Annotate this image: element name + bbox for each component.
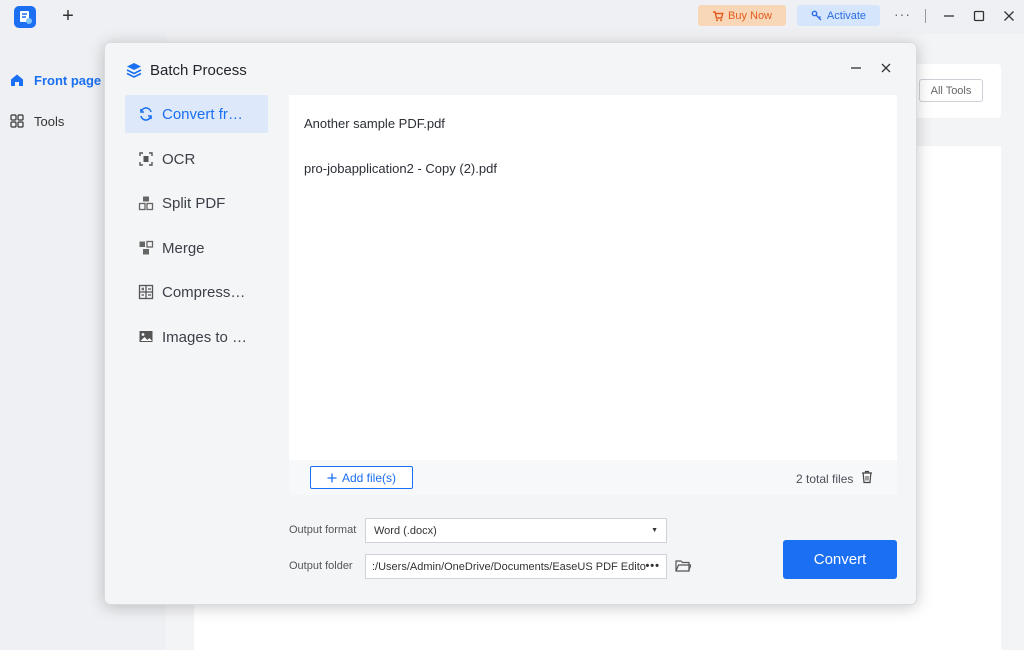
sidebar-item-merge[interactable]: Merge [125, 229, 268, 267]
convert-button[interactable]: Convert [783, 540, 897, 579]
sidebar-item-images-to[interactable]: Images to … [125, 318, 268, 356]
tools-grid-icon [10, 114, 24, 128]
merge-icon [139, 240, 154, 255]
activate-label: Activate [826, 9, 867, 22]
minimize-window-icon[interactable] [940, 7, 958, 25]
maximize-window-icon[interactable] [970, 7, 988, 25]
sidebar-item-label: Convert fr… [162, 105, 243, 123]
add-files-button[interactable]: Add file(s) [310, 466, 413, 489]
sidebar-item-label: Images to … [162, 328, 248, 346]
close-window-icon[interactable] [1000, 7, 1018, 25]
folder-path-more-icon[interactable]: ••• [645, 560, 660, 572]
output-format-value: Word (.docx) [374, 524, 437, 537]
convert-icon [140, 107, 152, 121]
nav-front-page-label: Front page [34, 72, 102, 88]
cart-icon [712, 10, 724, 21]
sidebar-item-convert[interactable]: Convert fr… [125, 95, 268, 133]
output-format-label: Output format [289, 524, 357, 536]
new-tab-plus-icon[interactable]: + [58, 6, 78, 26]
file-list-item[interactable]: pro-jobapplication2 - Copy (2).pdf [304, 161, 497, 176]
file-list-panel: Another sample PDF.pdf pro-jobapplicatio… [289, 95, 897, 495]
output-folder-label: Output folder [289, 560, 353, 572]
dialog-title-label: Batch Process [150, 61, 247, 79]
activate-button[interactable]: Activate [797, 5, 880, 26]
open-folder-icon[interactable] [675, 559, 691, 573]
title-bar: + Buy Now Activate ··· [0, 0, 1024, 34]
file-list-item[interactable]: Another sample PDF.pdf [304, 116, 445, 131]
sidebar-item-label: Compress… [162, 283, 246, 301]
nav-tools-label: Tools [34, 113, 65, 129]
key-icon [811, 10, 822, 20]
app-logo-icon [14, 6, 36, 28]
buy-now-label: Buy Now [727, 9, 773, 22]
compress-icon [138, 284, 154, 300]
file-panel-footer: Add file(s) 2 total files [289, 460, 897, 495]
sidebar-item-label: Merge [162, 239, 205, 257]
add-files-label: Add file(s) [341, 470, 397, 485]
output-folder-value: :/Users/Admin/OneDrive/Documents/EaseUS … [372, 560, 646, 573]
dialog-title: Batch Process [125, 61, 247, 79]
trash-icon[interactable] [861, 470, 873, 484]
titlebar-divider [925, 9, 926, 23]
plus-icon [327, 473, 337, 482]
sidebar-item-ocr[interactable]: OCR [125, 140, 268, 178]
dropdown-caret-icon: ▼ [651, 527, 658, 534]
output-folder-field[interactable]: :/Users/Admin/OneDrive/Documents/EaseUS … [365, 554, 667, 579]
output-format-select[interactable]: Word (.docx) ▼ [365, 518, 667, 543]
buy-now-button[interactable]: Buy Now [698, 5, 786, 26]
all-tools-button[interactable]: All Tools [919, 79, 983, 102]
sidebar-item-label: Split PDF [162, 194, 226, 212]
batch-process-dialog: Batch Process Convert fr… OCR Split PDF … [104, 42, 917, 605]
total-files-count: 2 total files [796, 472, 854, 486]
sidebar-item-label: OCR [162, 150, 196, 168]
home-icon [11, 74, 23, 86]
sidebar-item-compress[interactable]: Compress… [125, 273, 268, 311]
ocr-icon [139, 152, 153, 166]
dialog-close-icon[interactable] [879, 61, 893, 75]
image-icon [139, 331, 153, 342]
more-options-icon[interactable]: ··· [894, 6, 911, 22]
split-icon [138, 196, 154, 211]
layers-icon [126, 63, 142, 78]
sidebar-item-split-pdf[interactable]: Split PDF [125, 184, 268, 222]
dialog-minimize-icon[interactable] [849, 61, 863, 75]
